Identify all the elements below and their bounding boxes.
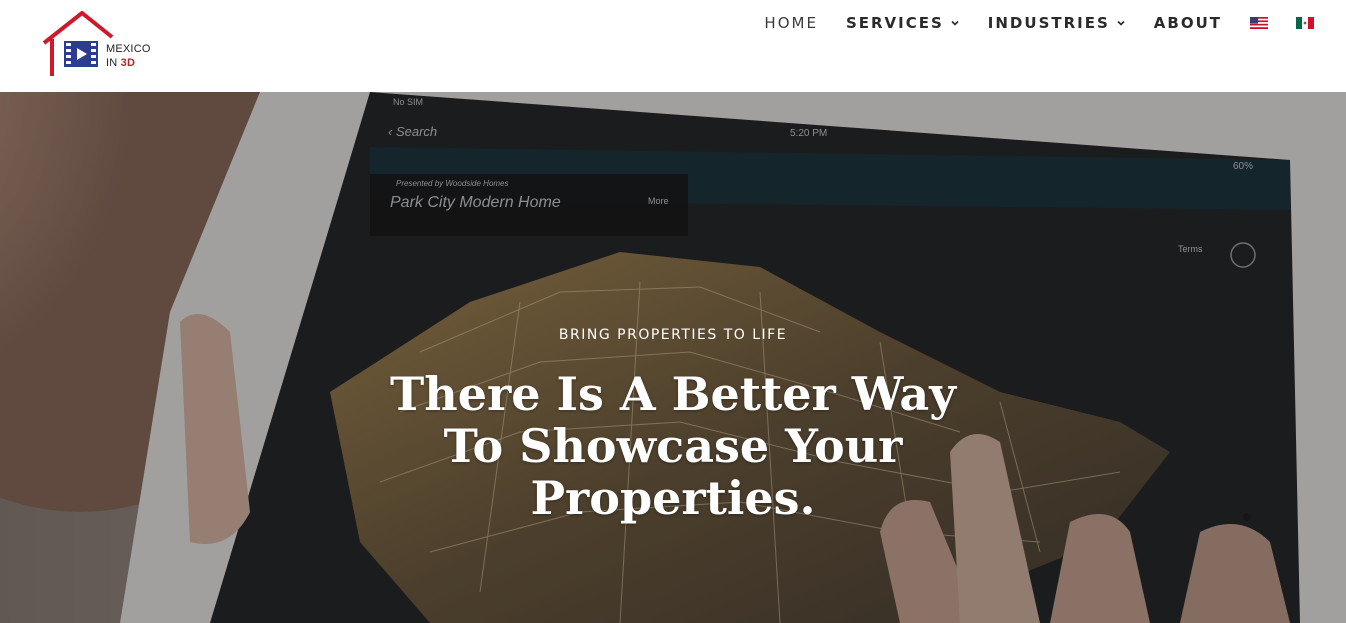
- main-nav: HOME SERVICES INDUSTRIES ABOUT: [764, 12, 1314, 34]
- hero-dark-overlay: [0, 92, 1346, 623]
- hero-headline-line2: To Showcase Your: [443, 419, 903, 473]
- nav-about-label: ABOUT: [1153, 14, 1222, 32]
- nav-about[interactable]: ABOUT: [1154, 14, 1222, 32]
- brand-line2-prefix: IN: [106, 57, 121, 69]
- nav-services-label: SERVICES: [845, 14, 944, 32]
- nav-home-label: HOME: [764, 14, 818, 32]
- nav-industries-label: INDUSTRIES: [987, 14, 1110, 32]
- brand-line1: MEXICO: [106, 43, 151, 55]
- brand-line2-accent: 3D: [120, 57, 136, 69]
- us-flag-icon[interactable]: [1250, 17, 1268, 29]
- brand-line2: IN 3D: [106, 56, 151, 70]
- brand-logo[interactable]: MEXICO IN 3D: [40, 10, 170, 79]
- hero-headline: There Is A Better Way To Showcase Your P…: [0, 368, 1346, 524]
- nav-industries[interactable]: INDUSTRIES: [988, 14, 1126, 32]
- mexico-flag-icon[interactable]: [1296, 17, 1314, 29]
- hero-headline-line1: There Is A Better Way: [390, 367, 956, 421]
- nav-home[interactable]: HOME: [764, 14, 818, 32]
- hero-headline-line3: Properties.: [530, 471, 816, 525]
- hero-eyebrow: BRING PROPERTIES TO LIFE: [558, 327, 788, 343]
- hero-section: No SIM ‹ Search 5:20 PM 60% Presented by…: [0, 92, 1346, 623]
- site-header: MEXICO IN 3D HOME SERVICES INDUSTRIES AB…: [0, 0, 1346, 92]
- chevron-down-icon: [1117, 20, 1125, 26]
- nav-services[interactable]: SERVICES: [846, 14, 960, 32]
- brand-wordmark: MEXICO IN 3D: [106, 42, 151, 70]
- chevron-down-icon: [951, 20, 959, 26]
